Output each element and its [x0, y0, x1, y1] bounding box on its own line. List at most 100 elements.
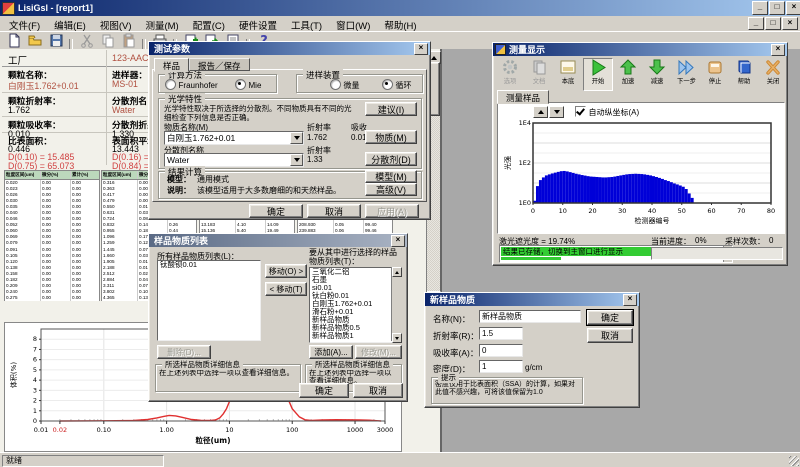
- measure-toolbar-help-icon[interactable]: 帮助: [730, 59, 758, 90]
- radio-loop[interactable]: 循环: [382, 79, 412, 91]
- svg-text:7: 7: [33, 345, 37, 353]
- all-materials-list[interactable]: 钛酸钡0.01: [157, 260, 261, 341]
- close-icon[interactable]: ×: [771, 44, 785, 56]
- move-left-button[interactable]: < 移动(T): [265, 282, 307, 296]
- svg-text:光强: 光强: [503, 156, 512, 170]
- svg-text:100: 100: [286, 426, 298, 434]
- scroll-up-button[interactable]: [392, 267, 402, 277]
- svg-text:体积(%): 体积(%): [9, 362, 18, 388]
- tab-measure-sample[interactable]: 测量样品: [497, 90, 549, 104]
- close-button[interactable]: ×: [786, 1, 800, 15]
- chevron-down-icon: [290, 132, 303, 144]
- svg-text:0.02: 0.02: [53, 426, 67, 434]
- measure-toolbar-accelerate-icon[interactable]: 加速: [614, 59, 642, 90]
- apply-button[interactable]: 应用(A): [365, 204, 419, 218]
- suggest-button[interactable]: 建议(I): [365, 102, 417, 116]
- cancel-button[interactable]: 取消: [307, 204, 361, 218]
- app-icon: [2, 2, 15, 15]
- tab-report-save[interactable]: 报告／保存: [189, 58, 250, 71]
- scroll-down-button[interactable]: [392, 333, 402, 343]
- material-button[interactable]: 物质(M): [365, 130, 417, 144]
- svg-text:0.10: 0.10: [97, 426, 111, 434]
- svg-text:50: 50: [678, 207, 686, 215]
- materials-list-scrollbar[interactable]: [391, 267, 401, 341]
- svg-text:1E0: 1E0: [519, 199, 531, 207]
- progress-label: 当前进度：: [651, 236, 691, 247]
- name-field[interactable]: [479, 310, 581, 323]
- hint-group: 提示 密度仅用于比表面积（SSA）的计算，如果对此值不感兴趣，可将该值保留为1.…: [431, 377, 583, 404]
- list-item[interactable]: 钛酸钡0.01: [158, 261, 260, 269]
- ri-field[interactable]: [479, 327, 523, 340]
- dispersant-combo[interactable]: Water: [164, 153, 304, 167]
- dispersant-button[interactable]: 分散剂(D): [365, 152, 417, 166]
- radio-fraunhofer[interactable]: Fraunhofer: [165, 79, 218, 90]
- abs-label: 吸收率(A)：: [433, 347, 478, 359]
- measure-toolbar-background-icon[interactable]: 本底: [554, 59, 582, 90]
- minimize-button[interactable]: _: [752, 1, 768, 15]
- tab-sample[interactable]: 样品: [154, 58, 189, 72]
- measure-toolbar-documents-icon[interactable]: 文档: [525, 59, 553, 90]
- cut-icon[interactable]: [76, 33, 97, 48]
- scale-up-button[interactable]: [533, 106, 548, 118]
- dialog-title: 样品物质列表: [151, 234, 391, 247]
- window-title: 测量显示: [506, 43, 771, 56]
- window-title: LisiGsl - [report1]: [15, 3, 751, 13]
- save-icon[interactable]: [45, 33, 66, 48]
- svg-text:0.01: 0.01: [34, 426, 48, 434]
- move-right-button[interactable]: 移动(O) >: [265, 264, 307, 278]
- field-value: 1.762: [8, 105, 30, 115]
- radio-micro[interactable]: 微量: [330, 79, 360, 91]
- svg-text:2: 2: [33, 397, 37, 405]
- svg-text:60: 60: [707, 207, 715, 215]
- new-document-icon[interactable]: [3, 33, 24, 48]
- report-header-label: 工厂: [8, 53, 27, 67]
- select-materials-list[interactable]: 三氧化二铝石墨si0.01钛白粉0.01白刚玉1.762+0.01滑石粉+0.0…: [309, 267, 393, 343]
- copy-icon[interactable]: [97, 33, 118, 48]
- child-restore-button[interactable]: □: [765, 17, 781, 30]
- svg-text:10: 10: [559, 207, 567, 215]
- close-icon[interactable]: ×: [623, 294, 637, 306]
- ok-button[interactable]: 确定: [587, 310, 633, 325]
- status-text: 就绪: [3, 456, 163, 465]
- cancel-button[interactable]: 取消: [587, 328, 633, 343]
- model-button[interactable]: 模型(M): [365, 170, 417, 183]
- child-close-button[interactable]: ×: [782, 17, 798, 30]
- material-combo[interactable]: 白刚玉1.762+0.01: [164, 131, 304, 145]
- paste-icon[interactable]: [118, 33, 139, 48]
- measure-toolbar-next-step-icon[interactable]: 下一步: [672, 59, 700, 90]
- advanced-button[interactable]: 高级(V): [365, 183, 417, 196]
- size-table-0: 粒度区间(um)微分(%)累计(%)0.0200.000.000.0230.00…: [4, 170, 100, 301]
- ok-button[interactable]: 确定: [299, 383, 349, 398]
- measure-toolbar-close-icon[interactable]: 关闭: [759, 59, 787, 90]
- open-file-icon[interactable]: [24, 33, 45, 48]
- abs-field[interactable]: [479, 344, 523, 357]
- documents-icon: [529, 59, 549, 78]
- svg-text:6: 6: [33, 356, 37, 364]
- measure-window-icon: [495, 44, 506, 55]
- cancel-button[interactable]: 取消: [353, 383, 403, 398]
- modify-button[interactable]: 修改(M)...: [355, 345, 402, 359]
- measure-toolbar-gear-icon[interactable]: 选项: [496, 59, 524, 90]
- delete-button[interactable]: 删除(D)...: [157, 345, 211, 359]
- accelerate-icon: [618, 59, 638, 78]
- measure-display-window: 测量显示 × 选项文档本底开始加速减速下一步停止帮助关闭 测量样品 自动纵坐标(…: [492, 42, 788, 266]
- auto-axis-checkbox[interactable]: 自动纵坐标(A): [575, 106, 639, 118]
- ok-button[interactable]: 确定: [249, 204, 303, 218]
- status-bar: 就绪: [0, 452, 800, 467]
- materials-list-dialog: 样品物质列表 × 所有样品物质列表(L)： 钛酸钡0.01 移动(O) > < …: [148, 233, 408, 402]
- list-item[interactable]: 新样品物质1: [310, 332, 392, 340]
- radio-mie[interactable]: Mie: [235, 79, 261, 90]
- density-field[interactable]: [479, 360, 523, 373]
- decelerate-icon: [647, 59, 667, 78]
- svg-text:20: 20: [588, 207, 596, 215]
- close-icon[interactable]: ×: [414, 43, 428, 55]
- measure-toolbar-decelerate-icon[interactable]: 减速: [643, 59, 671, 90]
- measure-toolbar-stop-icon[interactable]: 停止: [701, 59, 729, 90]
- add-button[interactable]: 添加(A)...: [309, 345, 353, 359]
- close-icon[interactable]: ×: [391, 235, 405, 247]
- measure-toolbar-start-icon[interactable]: 开始: [583, 58, 613, 91]
- maximize-button[interactable]: □: [769, 1, 785, 15]
- scale-down-button[interactable]: [549, 106, 564, 118]
- child-minimize-button[interactable]: _: [748, 17, 764, 30]
- svg-text:70: 70: [737, 207, 745, 215]
